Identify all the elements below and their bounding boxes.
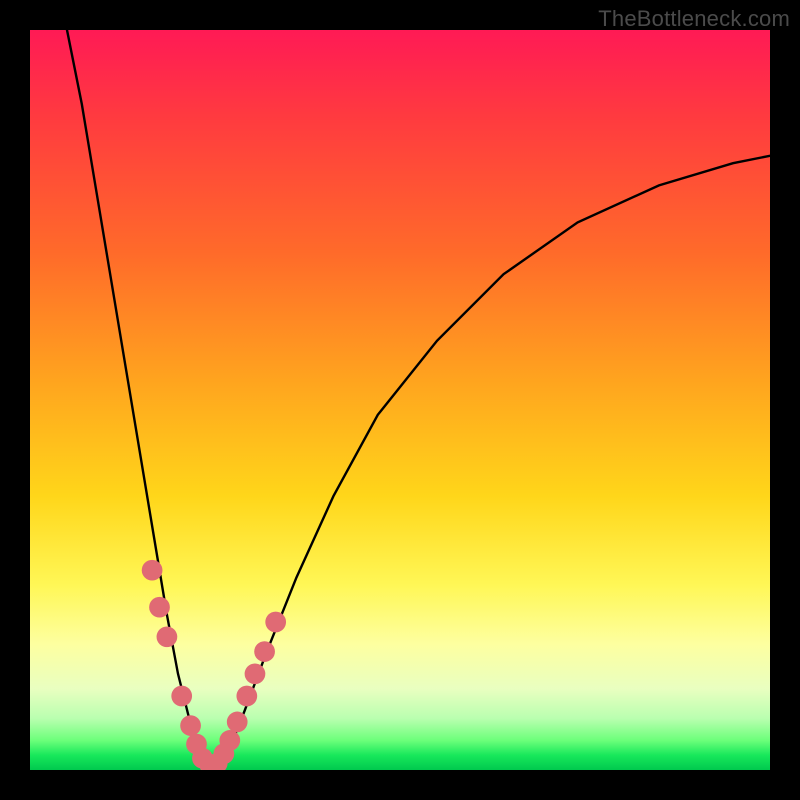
marker-point [236,686,257,707]
marker-point [171,686,192,707]
marker-point [157,626,178,647]
chart-frame: TheBottleneck.com [0,0,800,800]
marker-point [227,712,248,733]
marker-point [142,560,163,581]
marker-point [254,641,275,662]
watermark-text: TheBottleneck.com [598,6,790,32]
marker-point [149,597,170,618]
marker-point [180,715,201,736]
chart-svg [30,30,770,770]
marker-point [219,730,240,751]
marker-point [265,612,286,633]
marker-point [245,663,266,684]
bottleneck-curve [67,30,770,765]
plot-area [30,30,770,770]
